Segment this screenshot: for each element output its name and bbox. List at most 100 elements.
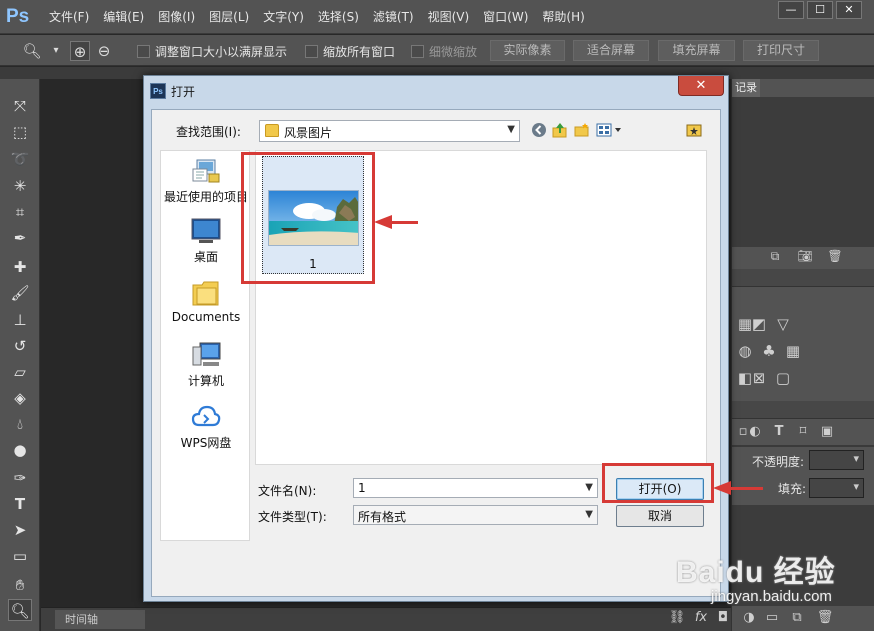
trash-icon[interactable]: 🗑︎: [826, 249, 844, 263]
bridge-icon[interactable]: [685, 122, 703, 140]
adjustment-layer-icon[interactable]: ◑: [740, 610, 758, 625]
color-balance-icon[interactable]: ♣: [760, 342, 778, 360]
camera-icon[interactable]: 📷︎: [796, 249, 814, 263]
rectangle-tool-icon[interactable]: ▭: [8, 545, 32, 567]
grid-adjustment-icon[interactable]: ▦: [784, 342, 802, 360]
magic-wand-icon[interactable]: ✳: [8, 175, 32, 197]
move-tool-icon[interactable]: ⤧: [8, 95, 32, 117]
menu-file[interactable]: 文件(F): [42, 0, 96, 34]
computer-icon: [191, 341, 221, 369]
folder-icon: [265, 124, 279, 137]
place-label: 计算机: [187, 374, 224, 388]
fill-screen-button[interactable]: 填充屏幕: [658, 40, 735, 61]
curves-adjustment-icon[interactable]: ◩: [750, 315, 768, 333]
eraser-tool-icon[interactable]: ▱: [8, 361, 32, 383]
new-document-icon[interactable]: ⧉: [766, 249, 784, 264]
fill-combo[interactable]: [809, 478, 864, 498]
history-brush-icon[interactable]: ↺: [8, 335, 32, 357]
actual-pixels-button[interactable]: 实际像素: [490, 40, 565, 61]
fit-screen-button[interactable]: 适合屏幕: [573, 40, 649, 61]
smart-object-filter-icon[interactable]: ▣: [818, 424, 836, 439]
clone-stamp-icon[interactable]: ⊥: [8, 309, 32, 331]
opacity-combo[interactable]: [809, 450, 864, 470]
fit-window-checkbox[interactable]: 调整窗口大小以满屏显示: [137, 43, 287, 60]
chevron-down-icon[interactable]: ▼: [585, 509, 593, 520]
pen-tool-icon[interactable]: ✑: [8, 467, 32, 489]
healing-brush-icon[interactable]: ✚: [8, 256, 32, 278]
chevron-down-icon[interactable]: ▼: [585, 482, 593, 493]
new-folder-icon[interactable]: [573, 122, 591, 140]
hue-saturation-icon[interactable]: ◍: [736, 342, 754, 360]
place-label: 桌面: [193, 250, 218, 264]
group-folder-icon[interactable]: ▭: [763, 610, 781, 625]
checkbox-box[interactable]: [411, 45, 424, 58]
link-layers-icon[interactable]: ⛓︎: [668, 610, 686, 625]
shape-filter-icon[interactable]: ⌑: [794, 424, 812, 439]
new-layer-icon[interactable]: ⧉: [788, 610, 806, 625]
look-in-combo[interactable]: 风景图片 ▼: [259, 120, 520, 142]
place-wps-cloud[interactable]: WPS网盘: [161, 403, 251, 451]
lasso-tool-icon[interactable]: ➰: [8, 148, 32, 170]
place-recent[interactable]: 最近使用的项目: [161, 157, 251, 205]
filename-input[interactable]: 1 ▼: [353, 478, 598, 498]
adjustment-filter-icon[interactable]: ◐: [746, 424, 764, 439]
place-documents[interactable]: Documents: [161, 279, 251, 324]
up-folder-icon[interactable]: [551, 122, 569, 140]
zoom-all-checkbox[interactable]: 缩放所有窗口: [305, 43, 395, 60]
eyedropper-tool-icon[interactable]: ✒: [8, 227, 32, 249]
paint-bucket-icon[interactable]: ◈: [8, 387, 32, 409]
hand-tool-icon[interactable]: ✋︎: [8, 574, 32, 596]
arrow-line: [388, 221, 418, 224]
zoom-in-icon[interactable]: ⊕: [70, 41, 90, 61]
cancel-button[interactable]: 取消: [616, 505, 704, 527]
maximize-button[interactable]: ☐: [807, 1, 833, 19]
invert-adjustment-icon[interactable]: ⊠: [750, 369, 768, 387]
print-size-button[interactable]: 打印尺寸: [743, 40, 819, 61]
menubar: Ps 文件(F) 编辑(E) 图像(I) 图层(L) 文字(Y) 选择(S) 滤…: [0, 0, 874, 34]
menu-type[interactable]: 文字(Y): [256, 0, 311, 34]
path-selection-icon[interactable]: ➤: [8, 519, 32, 541]
back-icon[interactable]: [530, 122, 548, 140]
menu-view[interactable]: 视图(V): [421, 0, 477, 34]
zoom-tool-icon[interactable]: 🔍︎: [8, 599, 32, 621]
menu-edit[interactable]: 编辑(E): [96, 0, 151, 34]
marquee-tool-icon[interactable]: ⬚: [8, 121, 32, 143]
place-desktop[interactable]: 桌面: [161, 217, 251, 265]
filetype-select[interactable]: 所有格式 ▼: [353, 505, 598, 525]
minimize-button[interactable]: —: [778, 1, 804, 19]
scrubby-zoom-checkbox[interactable]: 细微缩放: [411, 43, 477, 60]
type-filter-icon[interactable]: T: [770, 424, 788, 439]
checkbox-box[interactable]: [305, 45, 318, 58]
crop-tool-icon[interactable]: ⌗: [8, 201, 32, 223]
menu-window[interactable]: 窗口(W): [476, 0, 535, 34]
menu-select[interactable]: 选择(S): [311, 0, 366, 34]
type-tool-icon[interactable]: T: [8, 493, 32, 515]
zoom-out-icon[interactable]: ⊖: [94, 41, 114, 61]
timeline-tab[interactable]: 时间轴: [55, 610, 145, 629]
history-tab[interactable]: 记录: [732, 79, 760, 97]
blur-tool-icon[interactable]: 💧︎: [8, 413, 32, 435]
menu-layer[interactable]: 图层(L): [202, 0, 256, 34]
gradient-adjustment-icon[interactable]: ▽: [774, 315, 792, 333]
delete-layer-icon[interactable]: 🗑︎: [816, 610, 834, 625]
dialog-body: 查找范围(I): 风景图片 ▼ 最近使用的项目 桌面 Documents 计算机…: [151, 109, 721, 597]
filename-value: 1: [358, 481, 366, 495]
dialog-close-button[interactable]: ✕: [678, 76, 724, 96]
zoom-tool-icon[interactable]: 🔍︎: [22, 41, 42, 61]
menu-help[interactable]: 帮助(H): [535, 0, 591, 34]
threshold-adjustment-icon[interactable]: ▢: [774, 369, 792, 387]
layer-mask-icon[interactable]: ◘: [714, 610, 732, 625]
checkbox-box[interactable]: [137, 45, 150, 58]
close-app-button[interactable]: ✕: [836, 1, 862, 19]
brush-tool-icon[interactable]: 🖌︎: [8, 282, 32, 304]
view-menu-icon[interactable]: [595, 122, 625, 140]
place-label: WPS网盘: [180, 436, 232, 450]
watermark-url: jingyan.baidu.com: [711, 588, 832, 605]
dodge-tool-icon[interactable]: ●: [8, 439, 32, 461]
layer-style-icon[interactable]: fx: [692, 610, 710, 625]
opacity-label: 不透明度:: [752, 455, 805, 469]
menu-filter[interactable]: 滤镜(T): [366, 0, 421, 34]
menu-image[interactable]: 图像(I): [151, 0, 202, 34]
place-computer[interactable]: 计算机: [161, 341, 251, 389]
chevron-down-icon[interactable]: ▾: [46, 41, 66, 61]
